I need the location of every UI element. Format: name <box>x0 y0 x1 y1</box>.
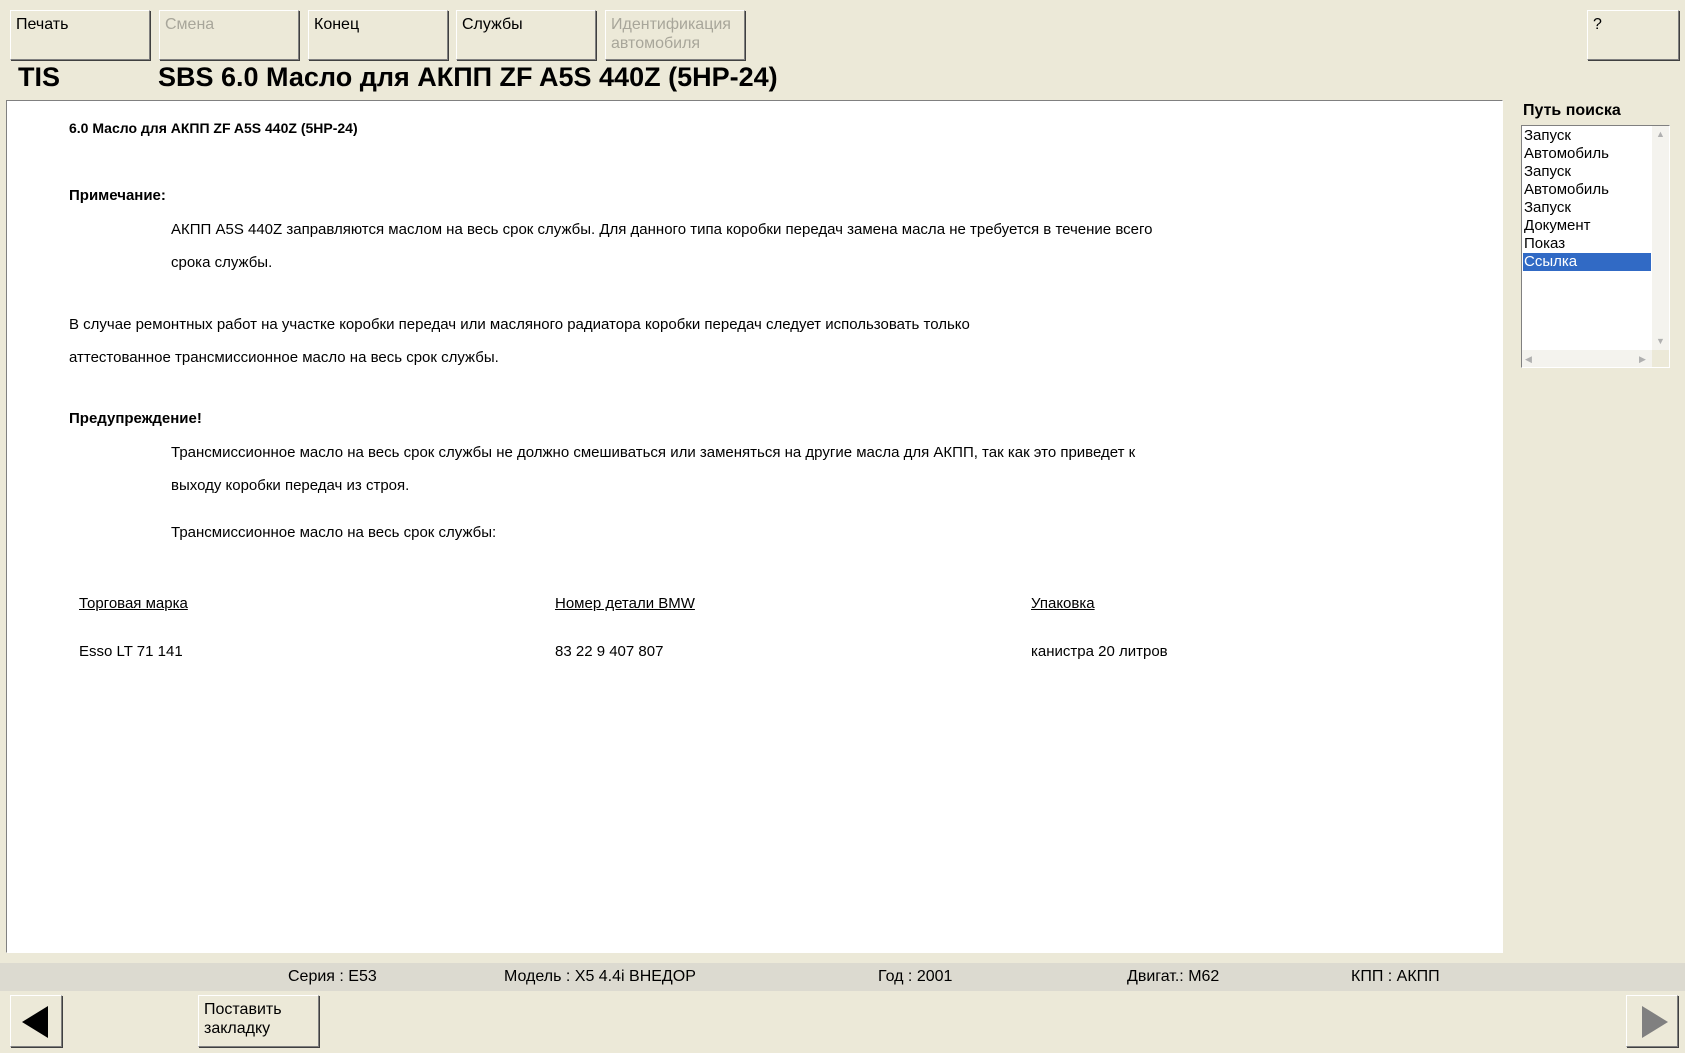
help-button[interactable]: ? <box>1587 10 1679 60</box>
arrow-right-icon <box>1642 1006 1668 1038</box>
table-header-brand: Торговая марка <box>79 595 188 612</box>
forward-button[interactable] <box>1626 995 1678 1047</box>
table-cell-brand: Esso LT 71 141 <box>79 643 183 660</box>
end-button[interactable]: Конец <box>308 10 448 60</box>
scrollbar-corner <box>1652 350 1669 367</box>
bookmark-line1: Поставить <box>204 1001 282 1018</box>
lifetime-oil-text: Трансмиссионное масло на весь срок служб… <box>171 524 497 541</box>
search-path-item[interactable]: Запуск <box>1523 127 1651 145</box>
services-button[interactable]: Службы <box>456 10 596 60</box>
vertical-scrollbar[interactable]: ▲ ▼ <box>1652 126 1669 351</box>
search-path-item-selected[interactable]: Ссылка <box>1523 253 1651 271</box>
status-bar: Серия : E53 Модель : X5 4.4i ВНЕДОР Год … <box>0 963 1685 991</box>
warning-text-line1: Трансмиссионное масло на весь срок служб… <box>171 444 1136 461</box>
scroll-down-icon[interactable]: ▼ <box>1656 336 1665 346</box>
table-header-packaging: Упаковка <box>1031 595 1095 612</box>
repair-text-line1: В случае ремонтных работ на участке коро… <box>69 316 970 333</box>
vehicle-id-line2: автомобиля <box>611 35 701 52</box>
note-label: Примечание: <box>69 187 166 204</box>
scroll-right-icon[interactable]: ▶ <box>1639 354 1646 364</box>
table-cell-packaging: канистра 20 литров <box>1031 643 1168 660</box>
note-text-line1: АКПП A5S 440Z заправляются маслом на вес… <box>171 221 1153 238</box>
scroll-left-icon[interactable]: ◀ <box>1525 354 1532 364</box>
scroll-up-icon[interactable]: ▲ <box>1656 129 1665 139</box>
status-year: Год : 2001 <box>878 968 953 985</box>
bookmark-button[interactable]: Поставить закладку <box>198 995 319 1047</box>
search-path-item[interactable]: Автомобиль <box>1523 181 1651 199</box>
document-view[interactable]: 6.0 Масло для АКПП ZF A5S 440Z (5HP-24) … <box>6 100 1503 953</box>
status-gearbox: КПП : АКПП <box>1351 968 1440 985</box>
back-button[interactable] <box>10 995 62 1047</box>
table-header-part-number: Номер детали BMW <box>555 595 695 612</box>
bookmark-line2: закладку <box>204 1020 271 1037</box>
search-path-item[interactable]: Документ <box>1523 217 1651 235</box>
change-button[interactable]: Смена <box>159 10 299 60</box>
print-button[interactable]: Печать <box>10 10 150 60</box>
search-path-item[interactable]: Запуск <box>1523 163 1651 181</box>
horizontal-scrollbar[interactable]: ◀ ▶ <box>1522 350 1652 367</box>
search-path-label: Путь поиска <box>1523 102 1621 119</box>
warning-text-line2: выходу коробки передач из строя. <box>171 477 410 494</box>
table-cell-part-number: 83 22 9 407 807 <box>555 643 664 660</box>
status-engine: Двигат.: M62 <box>1127 968 1220 985</box>
document-title: 6.0 Масло для АКПП ZF A5S 440Z (5HP-24) <box>69 120 358 136</box>
repair-text-line2: аттестованное трансмиссионное масло на в… <box>69 349 499 366</box>
page-title: SBS 6.0 Масло для АКПП ZF A5S 440Z (5HP-… <box>158 62 778 92</box>
status-model: Модель : X5 4.4i ВНЕДОР <box>504 968 696 985</box>
search-path-item[interactable]: Запуск <box>1523 199 1651 217</box>
arrow-left-icon <box>22 1006 48 1038</box>
search-path-item[interactable]: Автомобиль <box>1523 145 1651 163</box>
search-path-item[interactable]: Показ <box>1523 235 1651 253</box>
vehicle-id-button[interactable]: Идентификация автомобиля <box>605 10 745 60</box>
vehicle-id-line1: Идентификация <box>611 16 731 33</box>
status-series: Серия : E53 <box>288 968 377 985</box>
warning-label: Предупреждение! <box>69 410 202 427</box>
note-text-line2: срока службы. <box>171 254 273 271</box>
app-title: TIS <box>18 62 61 92</box>
search-path-list[interactable]: Запуск Автомобиль Запуск Автомобиль Запу… <box>1521 125 1670 368</box>
